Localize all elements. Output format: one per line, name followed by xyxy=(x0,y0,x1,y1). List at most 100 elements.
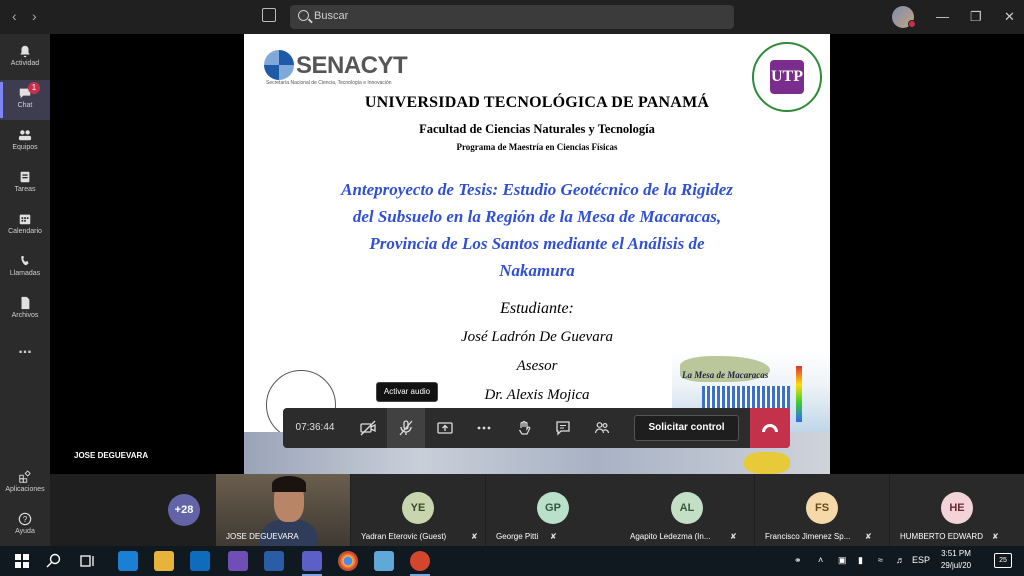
university-title: UNIVERSIDAD TECNOLÓGICA DE PANAMÁ xyxy=(364,94,710,111)
map-caption: La Mesa de Macaracas xyxy=(682,370,769,380)
battery-icon[interactable]: ▮ xyxy=(858,555,863,566)
windows-taskbar: ⚭ ˄ ▣ ▮ ≈ ♬ ESP 3:51 PM 29/jul/20 25 xyxy=(0,546,1024,576)
file-explorer-icon[interactable] xyxy=(154,551,174,571)
participant-tile[interactable]: FS Francisco Jimenez Sp... ✘ xyxy=(755,474,889,546)
mic-button[interactable] xyxy=(387,408,425,448)
thesis-line: Nakamura xyxy=(499,261,575,280)
senacyt-logo-mark xyxy=(264,50,294,80)
more-dots-icon: ... xyxy=(18,340,32,357)
help-icon: ? xyxy=(18,512,32,526)
app-icon[interactable] xyxy=(228,551,248,571)
assignments-icon xyxy=(20,171,30,183)
outlook-icon[interactable] xyxy=(190,551,210,571)
mic-off-icon: ✘ xyxy=(550,532,557,541)
rail-item-calls[interactable]: Llamadas xyxy=(0,248,50,288)
presenter-name: JOSE DEGUEVARA xyxy=(74,451,149,460)
hand-icon xyxy=(518,420,531,435)
search-icon[interactable] xyxy=(44,551,64,571)
participant-avatar: GP xyxy=(537,492,569,524)
teams-icon[interactable] xyxy=(302,551,322,576)
maximize-icon[interactable]: ❐ xyxy=(970,9,982,25)
app-rail: Actividad 1 Chat Equipos Tareas Calendar… xyxy=(0,34,50,546)
more-participants-button[interactable]: +28 xyxy=(168,494,200,526)
edge-icon[interactable] xyxy=(118,551,138,571)
word-icon[interactable] xyxy=(264,551,284,571)
video-hair xyxy=(272,476,306,492)
search-placeholder: Buscar xyxy=(314,10,349,22)
participant-name: HUMBERTO EDWARD xyxy=(900,532,983,541)
clock-time: 3:51 PM xyxy=(941,549,971,558)
language-indicator[interactable]: ESP xyxy=(912,555,930,565)
powerpoint-icon[interactable] xyxy=(410,551,430,576)
student-label: Estudiante: xyxy=(500,300,574,317)
share-screen-icon xyxy=(437,422,453,434)
system-clock[interactable]: 3:51 PM 29/jul/20 xyxy=(930,548,982,572)
back-arrow-icon[interactable]: ‹ xyxy=(12,8,17,24)
people-tray-icon[interactable]: ⚭ xyxy=(794,555,802,566)
camera-off-icon xyxy=(360,420,376,436)
rail-label: Llamadas xyxy=(9,270,41,277)
rail-item-apps[interactable]: Aplicaciones xyxy=(0,464,50,504)
wifi-icon[interactable]: ≈ xyxy=(878,555,883,565)
rail-item-more[interactable]: ... xyxy=(0,336,50,376)
rail-item-assignments[interactable]: Tareas xyxy=(0,164,50,204)
camera-button[interactable] xyxy=(349,408,387,448)
rail-label: Tareas xyxy=(14,186,36,193)
mic-off-icon xyxy=(399,420,413,436)
student-name: José Ladrón De Guevara xyxy=(460,329,614,345)
rail-item-calendar[interactable]: Calendario xyxy=(0,206,50,246)
forward-arrow-icon[interactable]: › xyxy=(32,8,37,24)
mic-off-icon: ✘ xyxy=(865,532,872,541)
flower-photo xyxy=(744,452,790,474)
thesis-line: Anteproyecto de Tesis: Estudio Geotécnic… xyxy=(341,180,733,199)
rail-item-activity[interactable]: Actividad xyxy=(0,38,50,78)
chat-bubble-icon xyxy=(556,421,570,436)
calendar-icon xyxy=(19,214,31,225)
participant-tile[interactable]: AL Agapito Ledezma (In... ✘ xyxy=(620,474,754,546)
chevron-up-icon[interactable]: ˄ xyxy=(818,555,823,565)
senacyt-subtitle: Secretaría Nacional de Ciencia, Tecnolog… xyxy=(266,80,392,86)
windows-start-icon[interactable] xyxy=(12,551,32,571)
mic-off-icon: ✘ xyxy=(471,532,478,541)
participant-tile[interactable]: JOSE DEGUEVARA xyxy=(216,474,350,546)
unread-badge: 1 xyxy=(28,82,40,94)
notifications-button[interactable]: 25 xyxy=(994,553,1012,568)
participant-avatar: AL xyxy=(671,492,703,524)
volume-icon[interactable]: ♬ xyxy=(896,555,905,565)
bell-icon xyxy=(20,45,30,58)
title-bar: ‹ › Buscar — ❐ ✕ xyxy=(0,0,1024,34)
participant-avatar: HE xyxy=(941,492,973,524)
rail-label: Actividad xyxy=(10,60,40,67)
thesis-line: del Subsuelo en la Región de la Mesa de … xyxy=(352,207,722,226)
share-button[interactable] xyxy=(426,408,464,448)
participant-tile[interactable]: YE Yadran Eterovic (Guest) ✘ xyxy=(351,474,485,546)
rail-item-teams[interactable]: Equipos xyxy=(0,122,50,162)
minimize-icon[interactable]: — xyxy=(936,9,949,24)
presence-dot xyxy=(908,20,916,28)
close-icon[interactable]: ✕ xyxy=(1004,9,1015,25)
hang-up-button[interactable] xyxy=(750,408,790,448)
tray-icon[interactable]: ▣ xyxy=(838,555,847,566)
new-chat-icon[interactable] xyxy=(262,8,276,22)
more-actions-button[interactable] xyxy=(465,408,503,448)
meeting-controls: 07:36:44 Solicitar control xyxy=(283,408,790,448)
request-control-button[interactable]: Solicitar control xyxy=(634,415,739,441)
participant-avatar: FS xyxy=(806,492,838,524)
participant-tile[interactable]: HE HUMBERTO EDWARD ✘ xyxy=(890,474,1024,546)
photos-icon[interactable] xyxy=(374,551,394,571)
chat-button[interactable] xyxy=(544,408,582,448)
participants-button[interactable] xyxy=(583,408,621,448)
participant-tile[interactable]: GP George Pitti ✘ xyxy=(486,474,620,546)
mic-off-icon: ✘ xyxy=(992,532,999,541)
apps-icon xyxy=(19,470,31,483)
participant-name: JOSE DEGUEVARA xyxy=(226,532,299,541)
task-view-icon[interactable] xyxy=(78,551,98,571)
search-input[interactable]: Buscar xyxy=(290,5,734,29)
rail-label: Ayuda xyxy=(15,528,35,535)
rail-item-help[interactable]: ? Ayuda xyxy=(0,506,50,546)
unmute-tooltip: Activar audio xyxy=(376,382,438,402)
raise-hand-button[interactable] xyxy=(505,408,543,448)
rail-item-files[interactable]: Archivos xyxy=(0,290,50,330)
chrome-icon[interactable] xyxy=(338,551,358,571)
rail-item-chat[interactable]: 1 Chat xyxy=(0,80,50,120)
